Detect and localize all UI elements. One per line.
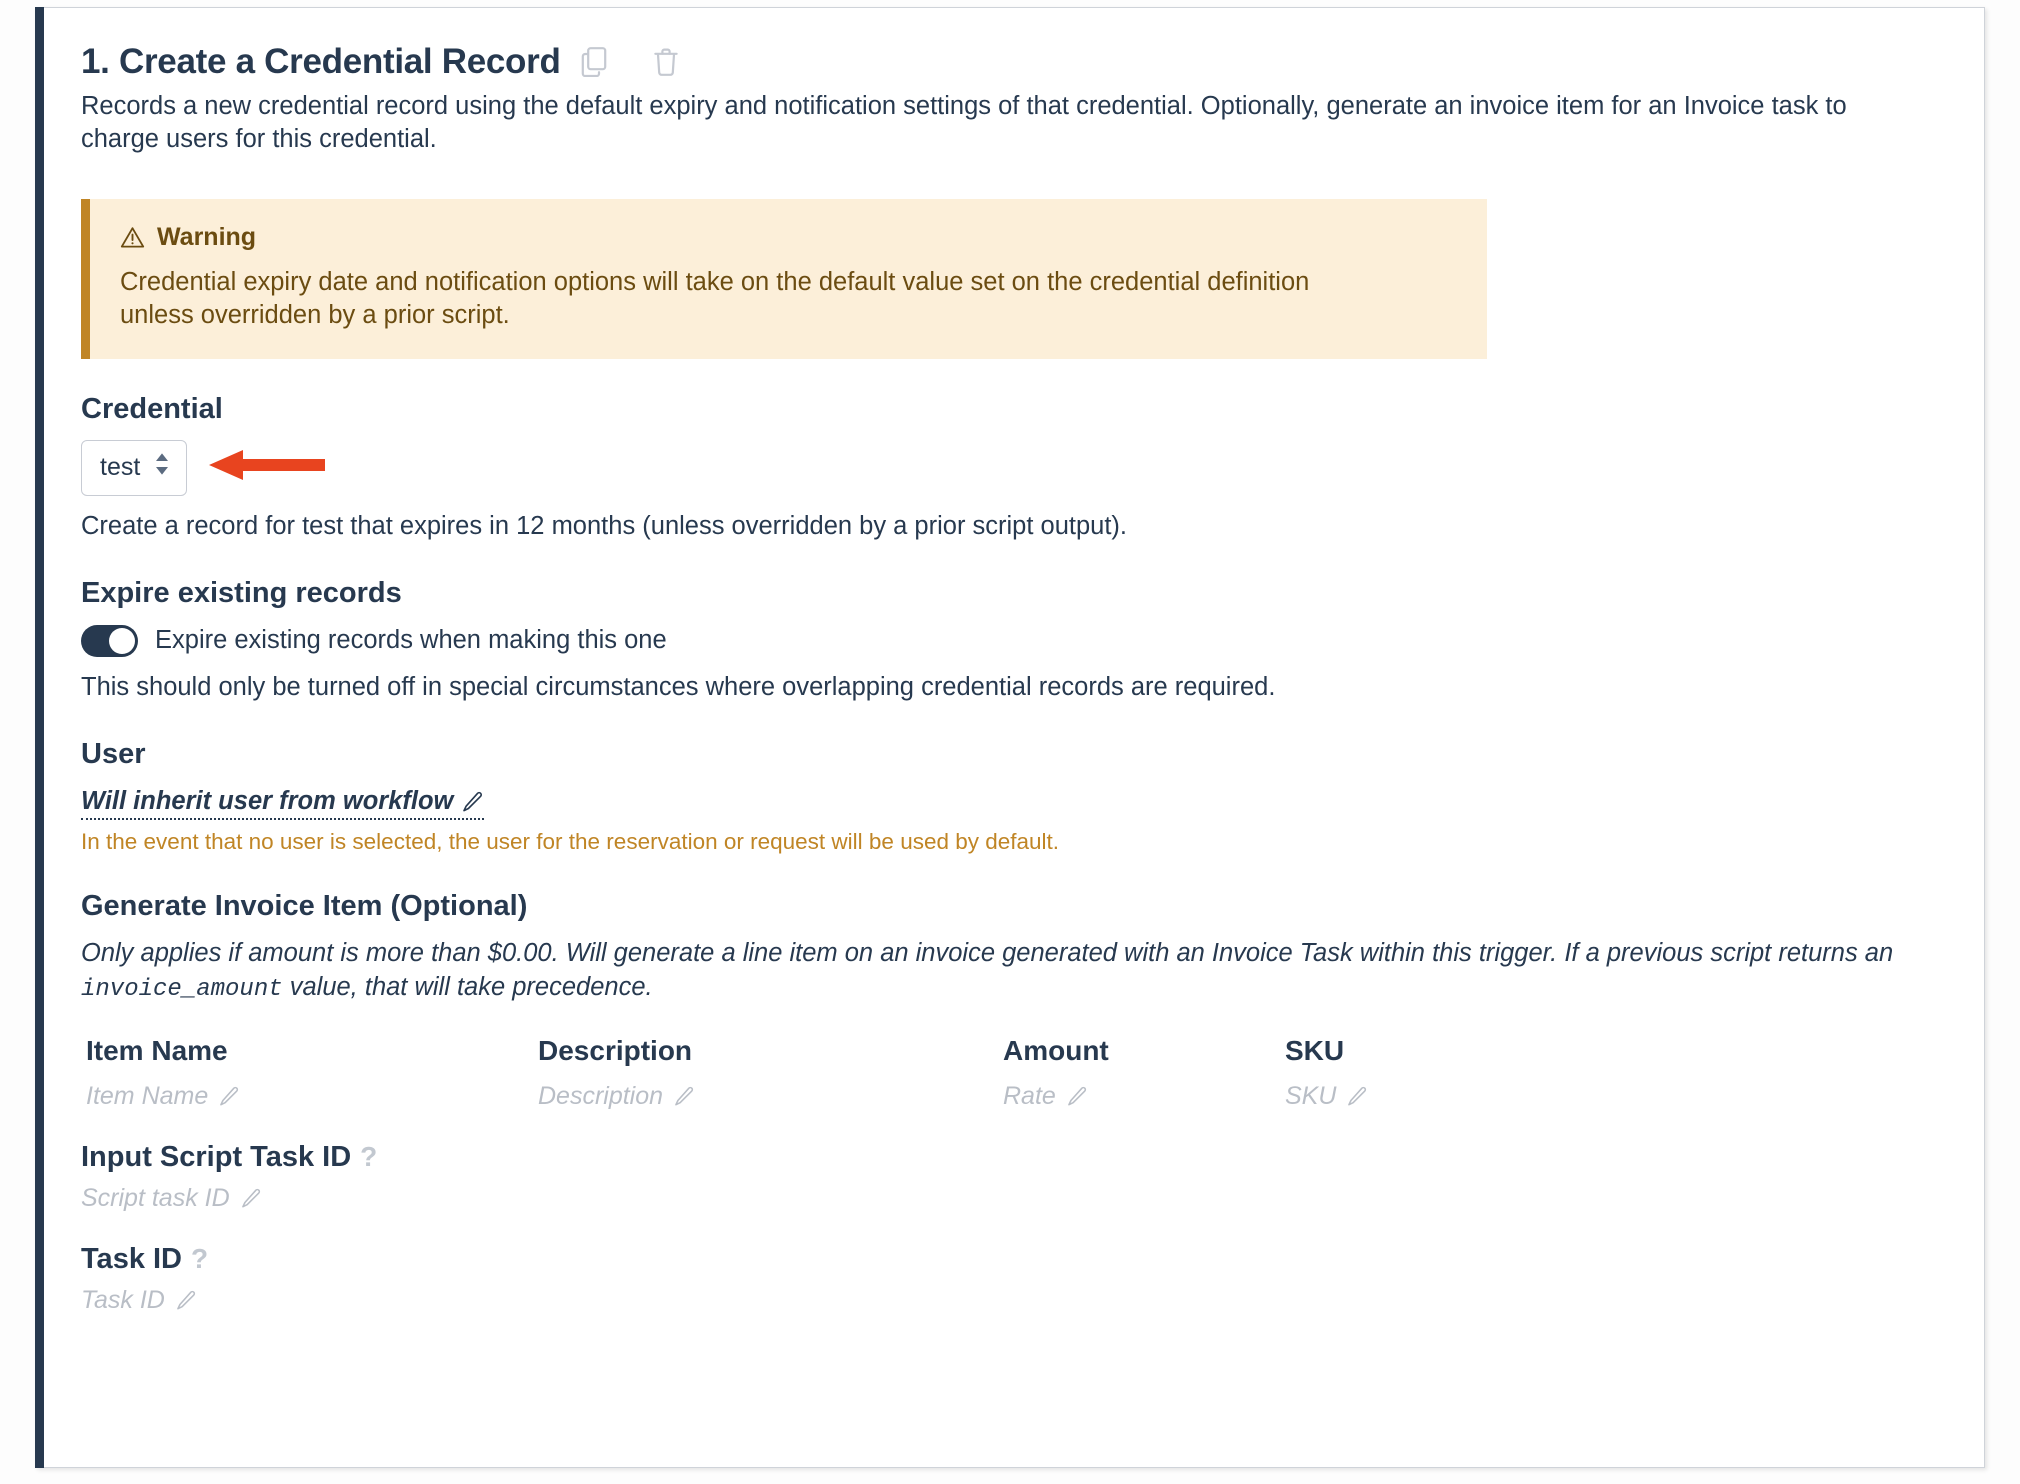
pencil-icon [462, 791, 484, 813]
warning-triangle-icon [120, 226, 145, 249]
pencil-icon [176, 1290, 197, 1311]
warning-title-row: Warning [120, 223, 1457, 252]
task-id-field: Task ID [81, 1282, 1944, 1315]
invoice-heading-text: Generate Invoice Item (Optional) [81, 890, 528, 923]
step-description: Records a new credential record using th… [81, 92, 1847, 154]
user-note: In the event that no user is selected, t… [81, 829, 1060, 855]
sku-input[interactable]: SKU [1285, 1082, 1368, 1111]
expire-toggle-label: Expire existing records when making this… [155, 626, 667, 655]
copy-icon[interactable] [579, 45, 609, 79]
input-script-task-id-heading: Input Script Task ID ? [81, 1141, 1944, 1174]
invoice-heading: Generate Invoice Item (Optional) [81, 890, 1944, 923]
credential-heading-text: Credential [81, 392, 223, 425]
column-header-sku: SKU [1285, 1034, 1345, 1066]
task-id-heading: Task ID ? [81, 1243, 1944, 1276]
warning-title-text: Warning [157, 222, 257, 251]
column-header-description: Description [538, 1034, 693, 1066]
pencil-icon [1067, 1086, 1088, 1107]
expire-helper-text: This should only be turned off in specia… [81, 672, 1276, 701]
table-row: SKU [1280, 1067, 1944, 1111]
warning-body-text: Credential expiry date and notification … [120, 267, 1310, 330]
pencil-icon [241, 1188, 262, 1209]
help-icon[interactable]: ? [191, 1245, 208, 1273]
help-icon[interactable]: ? [360, 1143, 377, 1171]
warning-callout: Warning Credential expiry date and notif… [81, 198, 1487, 359]
invoice-note: Only applies if amount is more than $0.0… [81, 937, 1921, 1004]
page-root: 1. Create a Credential Record Records a [0, 0, 2020, 1484]
expire-toggle-row: Expire existing records when making this… [81, 624, 1944, 657]
invoice-note-code: invoice_amount [81, 975, 283, 1003]
amount-placeholder: Rate [1003, 1081, 1056, 1110]
annotation-arrow-icon [209, 445, 326, 490]
expire-heading-text: Expire existing records [81, 576, 402, 609]
user-heading-text: User [81, 738, 146, 771]
sku-placeholder: SKU [1285, 1081, 1337, 1110]
trash-icon[interactable] [651, 45, 681, 79]
pencil-icon [674, 1086, 695, 1107]
amount-input[interactable]: Rate [1003, 1082, 1088, 1111]
user-value-text: Will inherit user from workflow [81, 787, 454, 816]
step-card: 1. Create a Credential Record Records a [35, 7, 1985, 1468]
credential-select-row: test [81, 439, 1944, 496]
credential-helper-text: Create a record for test that expires in… [81, 511, 1127, 540]
user-heading: User [81, 738, 1944, 771]
column-header-amount: Amount [1003, 1034, 1109, 1066]
table-row: Item Name [81, 1067, 533, 1111]
item-name-input[interactable]: Item Name [86, 1082, 240, 1111]
table-row: Description [533, 1067, 998, 1111]
expire-heading: Expire existing records [81, 577, 1944, 610]
column-header-item-name: Item Name [86, 1034, 228, 1066]
page-title: 1. Create a Credential Record [81, 42, 561, 81]
credential-heading: Credential [81, 393, 1944, 426]
sort-caret-icon [154, 451, 170, 484]
task-id-heading-text: Task ID [81, 1242, 183, 1275]
input-script-task-id-field: Script task ID [81, 1180, 1944, 1213]
step-card-accent-bar [35, 7, 44, 1468]
script-task-id-placeholder: Script task ID [81, 1183, 230, 1212]
description-input[interactable]: Description [538, 1082, 695, 1111]
script-task-id-input[interactable]: Script task ID [81, 1184, 262, 1213]
step-card-content: 1. Create a Credential Record Records a [44, 8, 1984, 1467]
pencil-icon [219, 1086, 240, 1107]
invoice-note-suffix: value, that will take precedence. [282, 972, 653, 1001]
description-placeholder: Description [538, 1081, 664, 1110]
step-header: 1. Create a Credential Record [81, 42, 1944, 82]
pencil-icon [1347, 1086, 1368, 1107]
task-id-input[interactable]: Task ID [81, 1286, 197, 1315]
item-name-placeholder: Item Name [86, 1081, 209, 1110]
task-id-placeholder: Task ID [81, 1285, 165, 1314]
table-row: Rate [998, 1067, 1280, 1111]
credential-select[interactable]: test [81, 439, 188, 496]
input-script-task-id-heading-text: Input Script Task ID [81, 1140, 352, 1173]
expire-toggle[interactable] [81, 624, 138, 657]
user-value-editable[interactable]: Will inherit user from workflow [81, 787, 485, 821]
invoice-note-prefix: Only applies if amount is more than $0.0… [81, 939, 1894, 968]
credential-select-value: test [100, 453, 141, 482]
invoice-item-table: Item Name Description Amount SKU Item Na… [81, 1035, 1944, 1111]
